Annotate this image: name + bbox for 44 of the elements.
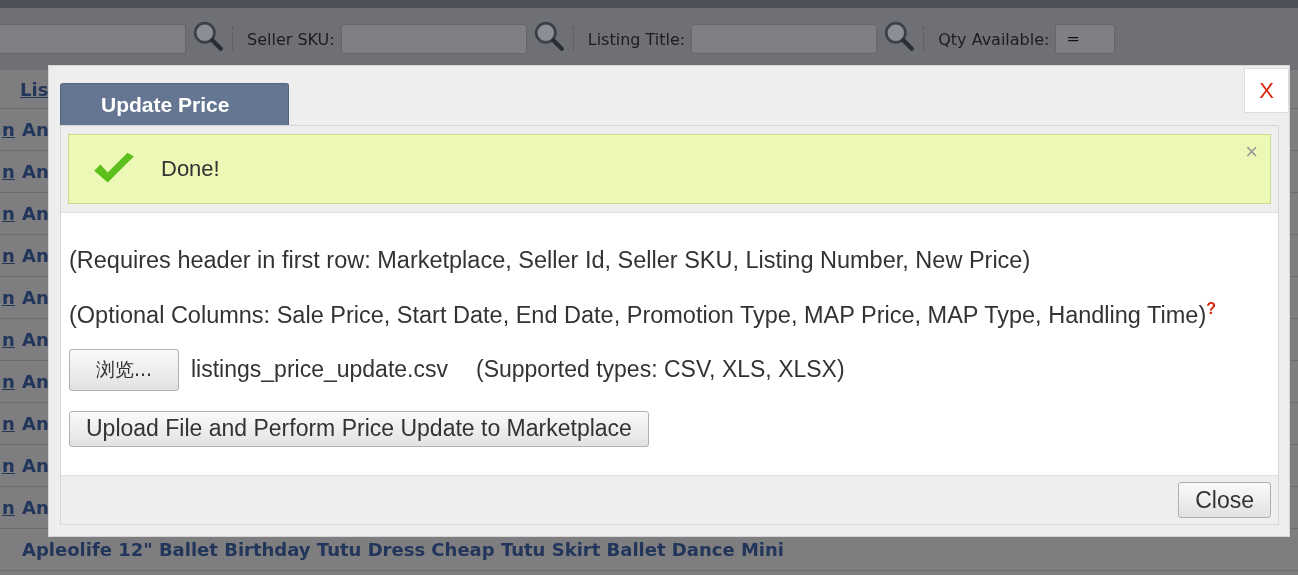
filter-label: Listing Title: [587, 29, 686, 49]
close-button[interactable]: Close [1178, 482, 1271, 518]
instruction-text: (Requires header in first row: Marketplace, Seller Id, Seller SKU, Listing Number, New Price) [69, 247, 1031, 273]
filter-field[interactable] [340, 24, 527, 54]
listing-title[interactable]: An [20, 497, 49, 518]
filter-select[interactable]: = [1055, 24, 1116, 54]
search-icon[interactable] [192, 20, 224, 52]
filter-field[interactable] [0, 24, 186, 54]
browse-button[interactable]: 浏览... [69, 348, 179, 391]
file-name: listings_price_update.csv [191, 356, 448, 384]
column-header-link[interactable]: Lis [20, 78, 49, 100]
row-link[interactable]: n [2, 329, 15, 350]
row-link[interactable]: n [2, 161, 15, 182]
listing-title[interactable]: An [20, 245, 49, 266]
close-button[interactable]: X [1244, 68, 1289, 113]
dismiss-button[interactable]: × [1245, 141, 1258, 163]
search-icon[interactable] [532, 20, 565, 52]
row-link[interactable]: n [2, 245, 15, 266]
upload-button[interactable]: Upload File and Perform Price Update to Marketplace [69, 410, 649, 447]
filter-label: Qty Available: [938, 29, 1050, 49]
row-link[interactable]: n [2, 413, 15, 434]
supported-types-text: (Supported types: CSV, XLS, XLSX) [476, 356, 845, 384]
filter-field[interactable] [691, 24, 878, 54]
search-icon[interactable] [883, 20, 916, 52]
listing-title[interactable]: An [20, 161, 49, 182]
row-link[interactable]: n [2, 371, 15, 392]
instruction-text: (Optional Columns: Sale Price, Start Date, End Date, Promotion Type, MAP Price, MAP Type, Handling Time) [69, 301, 1207, 328]
listing-title[interactable]: An [20, 287, 49, 308]
row-link[interactable]: n [2, 497, 15, 518]
alert-message: Done! [161, 156, 220, 182]
row-link[interactable]: n [2, 287, 15, 308]
row-link[interactable]: n [2, 119, 15, 140]
listing-title[interactable]: Apleolife 12" Ballet Birthday Tutu Dress Cheap Tutu Skirt Ballet Dance Mini [20, 539, 784, 560]
listing-title[interactable]: An [20, 371, 49, 392]
help-icon[interactable]: ? [1206, 300, 1216, 317]
listing-title[interactable]: An [20, 413, 49, 434]
listing-title[interactable]: An [20, 119, 49, 140]
row-link[interactable]: n [2, 455, 15, 476]
filter-label: Seller SKU: [247, 29, 335, 49]
dialog-tab[interactable]: Update Price [60, 83, 289, 125]
listing-title[interactable]: An [20, 455, 49, 476]
row-link[interactable]: n [2, 203, 15, 224]
listing-title[interactable]: An [20, 203, 49, 224]
listing-title[interactable]: An [20, 329, 49, 350]
